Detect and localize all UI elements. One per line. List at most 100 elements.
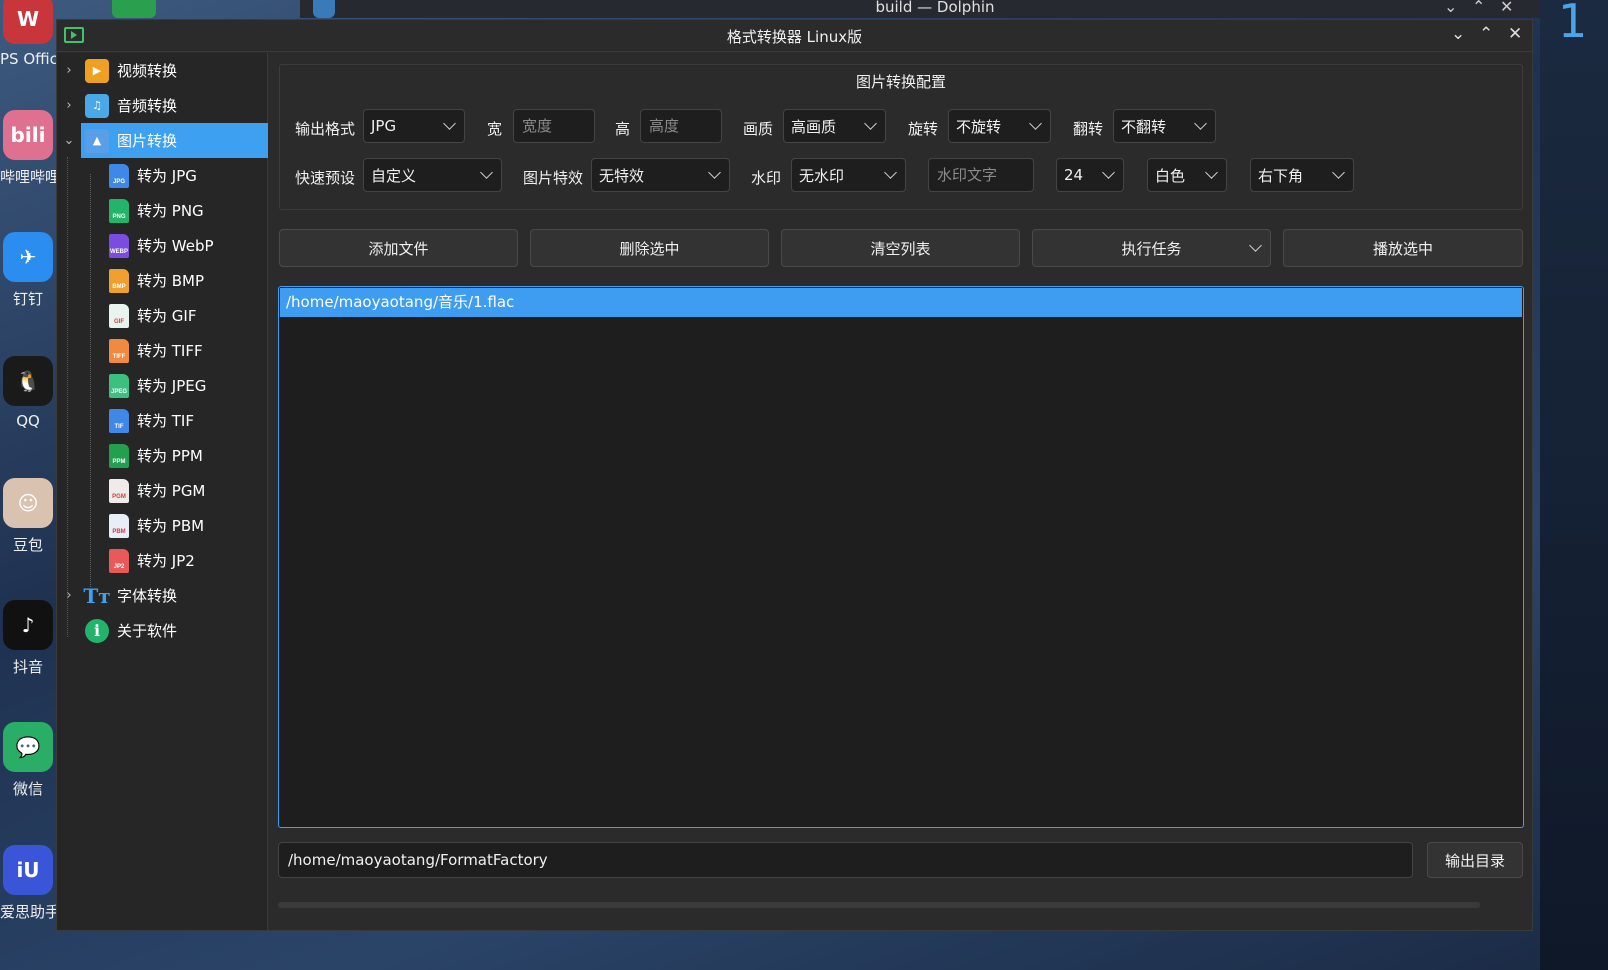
dock-item[interactable]: iU 爱思助手 — [0, 845, 61, 922]
chevron-down-icon[interactable]: ⌄ — [1444, 0, 1457, 16]
tree-item-label: 字体转换 — [117, 587, 178, 605]
clear-list-label: 清空列表 — [870, 239, 931, 258]
tree-item-format[interactable]: PNG 转为 PNG — [57, 193, 268, 228]
dock-item[interactable]: 💬 微信 — [0, 722, 56, 799]
chevron-down-icon — [708, 166, 721, 179]
rotate-select[interactable]: 不旋转 — [948, 109, 1051, 143]
watermark-label: 水印 — [751, 169, 782, 187]
dock-item-label: 豆包 — [12, 536, 43, 554]
tree-item-info[interactable]: i 关于软件 — [57, 613, 268, 648]
tree-item-format[interactable]: JP2 转为 JP2 — [57, 543, 268, 578]
close-icon[interactable]: ✕ — [1500, 0, 1513, 16]
tree-item-label: 关于软件 — [117, 622, 178, 640]
dock-item[interactable]: bili 哔哩哔哩 — [0, 110, 60, 187]
tree-item-font[interactable]: › Tт 字体转换 — [57, 578, 268, 613]
tree-item-label: 图片转换 — [117, 132, 178, 150]
dock-item-label: 爱思助手 — [0, 903, 61, 921]
progress-bar — [278, 902, 1480, 908]
font-icon: Tт — [83, 583, 111, 608]
dock-item[interactable]: ♪ 抖音 — [0, 600, 56, 677]
watermark-value: 无水印 — [799, 166, 845, 185]
group-title: 图片转换配置 — [855, 73, 946, 91]
image-config-group: 图片转换配置 输出格式 JPG 宽 高 画质 高画质 旋转 不旋转 翻转 不翻转… — [279, 64, 1523, 210]
tree-item-format[interactable]: GIF 转为 GIF — [57, 298, 268, 333]
add-files-label: 添加文件 — [368, 239, 429, 258]
width-input[interactable] — [513, 109, 595, 143]
tree-item-label: 转为 JPG — [137, 167, 197, 185]
tree-item-2[interactable]: ⌄ ▲ 图片转换 — [64, 123, 268, 158]
chevron-right-icon[interactable]: › — [63, 63, 75, 78]
dock-item[interactable]: 🐧 QQ — [0, 356, 56, 430]
chevron-right-icon[interactable]: › — [63, 588, 75, 603]
chevron-down-icon — [1029, 117, 1042, 130]
flip-label: 翻转 — [1073, 120, 1104, 138]
tree-item-format[interactable]: WEBP 转为 WebP — [57, 228, 268, 263]
close-icon[interactable]: ✕ — [1508, 24, 1522, 44]
douyin-icon: ♪ — [3, 600, 53, 650]
play-selected-button[interactable]: 播放选中 — [1283, 229, 1523, 267]
clear-list-button[interactable]: 清空列表 — [781, 229, 1020, 267]
add-files-button[interactable]: 添加文件 — [279, 229, 518, 267]
font-size-select[interactable]: 24 — [1056, 158, 1124, 192]
output-dir-input[interactable] — [278, 842, 1413, 878]
delete-selected-label: 删除选中 — [619, 239, 680, 258]
tree-item-label: 转为 PGM — [137, 482, 206, 500]
flip-select[interactable]: 不翻转 — [1113, 109, 1216, 143]
tree-item-1[interactable]: › ♫ 音频转换 — [57, 88, 268, 123]
rotate-value: 不旋转 — [956, 117, 1002, 136]
tree-item-format[interactable]: JPEG 转为 JPEG — [57, 368, 268, 403]
position-select[interactable]: 右下角 — [1250, 158, 1354, 192]
maximize-icon[interactable]: ⌃ — [1479, 24, 1493, 44]
dolphin-titlebar: build — Dolphin ⌄ ⌃ ✕ — [300, 0, 1570, 18]
dock-item[interactable]: W PS Office — [0, 0, 68, 68]
effect-select[interactable]: 无特效 — [591, 158, 730, 192]
title-bar: 格式转换器 Linux版 ⌄ ⌃ ✕ — [57, 20, 1532, 52]
chevron-right-icon[interactable]: › — [63, 98, 75, 113]
tree-item-format[interactable]: TIF 转为 TIF — [57, 403, 268, 438]
app-icon[interactable] — [112, 0, 156, 18]
dock-item-label: 钉钉 — [12, 290, 43, 308]
dock-item-label: PS Office — [0, 50, 68, 68]
tree-item-format[interactable]: PGM 转为 PGM — [57, 473, 268, 508]
flip-value: 不翻转 — [1121, 117, 1167, 136]
height-input[interactable] — [640, 109, 722, 143]
output-format-select[interactable]: JPG — [363, 109, 465, 143]
color-select[interactable]: 白色 — [1147, 158, 1227, 192]
chevron-down-icon — [1102, 166, 1115, 179]
dock-item-label: QQ — [16, 412, 40, 430]
play-selected-label: 播放选中 — [1372, 239, 1433, 258]
height-label: 高 — [615, 120, 631, 138]
dock-item-label: 微信 — [12, 780, 43, 798]
delete-selected-button[interactable]: 删除选中 — [530, 229, 769, 267]
tree-item-format[interactable]: JPG 转为 JPG — [57, 158, 268, 193]
file-format-icon: TIFF — [109, 338, 129, 363]
tree-item-format[interactable]: PPM 转为 PPM — [57, 438, 268, 473]
dolphin-icon[interactable] — [313, 0, 335, 18]
file-format-icon: JP2 — [109, 548, 129, 573]
tree-item-label: 转为 PPM — [137, 447, 203, 465]
tree-item-format[interactable]: BMP 转为 BMP — [57, 263, 268, 298]
file-list-item[interactable]: /home/maoyaotang/音乐/1.flac — [280, 288, 1522, 317]
dolphin-title: build — Dolphin — [875, 0, 995, 16]
quality-select[interactable]: 高画质 — [783, 109, 886, 143]
tree-item-label: 转为 WebP — [137, 237, 214, 255]
quality-label: 画质 — [743, 120, 774, 138]
output-dir-button[interactable]: 输出目录 — [1427, 842, 1523, 878]
run-task-button[interactable]: 执行任务 — [1032, 229, 1271, 267]
file-format-icon: TIF — [109, 408, 129, 433]
image-icon: ▲ — [85, 128, 109, 153]
tree-item-label: 转为 TIF — [137, 412, 194, 430]
preset-select[interactable]: 自定义 — [363, 158, 502, 192]
video-icon: ▶ — [85, 58, 109, 83]
watermark-text-input[interactable] — [928, 158, 1034, 192]
tree-item-format[interactable]: PBM 转为 PBM — [57, 508, 268, 543]
tree-item-format[interactable]: TIFF 转为 TIFF — [57, 333, 268, 368]
tree-item-0[interactable]: › ▶ 视频转换 — [57, 53, 268, 88]
minimize-icon[interactable]: ⌄ — [1451, 24, 1465, 44]
dock-item[interactable]: ✈ 钉钉 — [0, 232, 56, 309]
watermark-select[interactable]: 无水印 — [791, 158, 906, 192]
chevron-up-icon[interactable]: ⌃ — [1472, 0, 1485, 16]
dock-item[interactable]: ☺ 豆包 — [0, 478, 56, 555]
chevron-down-icon[interactable]: ⌄ — [63, 133, 75, 148]
file-list[interactable]: /home/maoyaotang/音乐/1.flac — [278, 286, 1524, 828]
